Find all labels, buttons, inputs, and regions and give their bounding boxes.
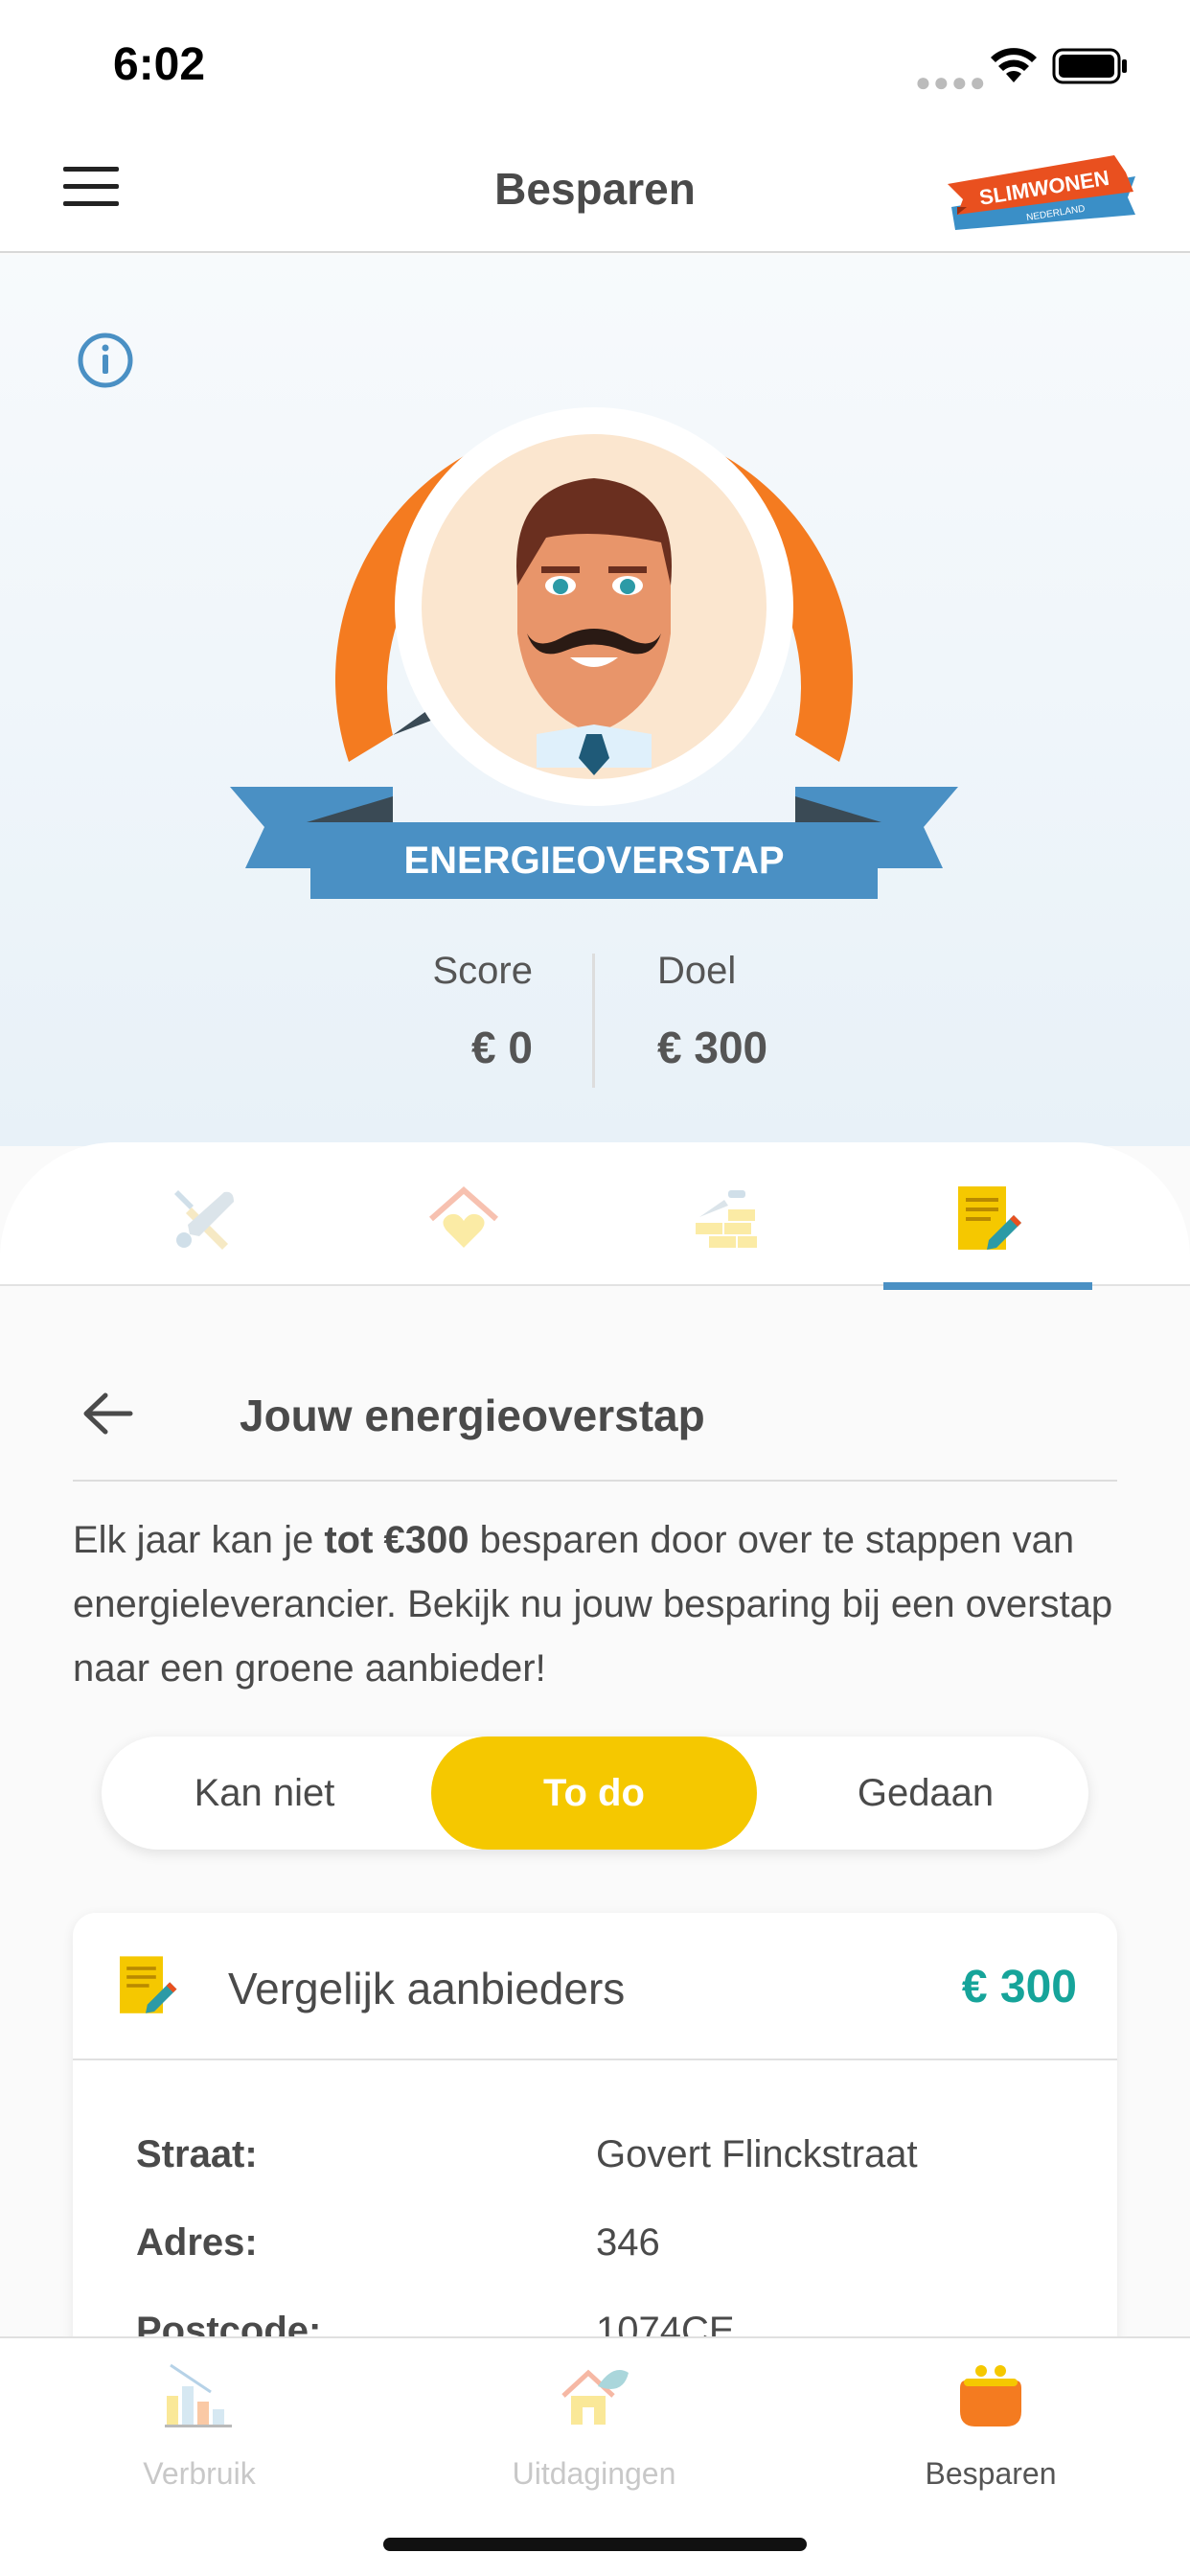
row-value: 346 (596, 2221, 660, 2264)
info-icon[interactable] (77, 332, 134, 389)
back-arrow-icon[interactable] (79, 1390, 136, 1438)
score-value: € 0 (471, 1023, 533, 1072)
purse-icon (960, 2365, 1021, 2426)
screen: 6:02 ●●●● Besparen SLIMWONEN NEDERLAND E… (0, 0, 1190, 2576)
score-summary: Score € 0 Doel € 300 (0, 950, 1190, 1103)
active-tab-indicator (883, 1282, 1092, 1290)
status-bar: 6:02 ●●●● (0, 0, 1190, 126)
row-key: Adres: (136, 2221, 258, 2264)
section-description: Elk jaar kan je tot €300 besparen door o… (73, 1519, 1113, 1690)
signal-icon: ●●●● (915, 67, 988, 97)
segment-to-do[interactable]: To do (431, 1736, 757, 1850)
row-value: Govert Flinckstraat (596, 2133, 918, 2175)
app-header: Besparen SLIMWONEN NEDERLAND (0, 126, 1190, 253)
document-pen-icon[interactable] (949, 1181, 1025, 1257)
chart-icon (165, 2363, 232, 2427)
wifi-icon (991, 48, 1037, 82)
home-indicator[interactable] (383, 2538, 807, 2551)
segment-kan-niet[interactable]: Kan niet (102, 1736, 427, 1850)
nav-verbruik[interactable]: Verbruik (56, 2358, 343, 2492)
bricks-trowel-icon[interactable] (686, 1181, 763, 1257)
section-title: Jouw energieoverstap (240, 1391, 705, 1440)
nav-uitdagingen[interactable]: Uitdagingen (450, 2358, 738, 2492)
nav-label: Verbruik (143, 2456, 256, 2491)
card-title: Vergelijk aanbieders (228, 1964, 626, 2013)
tools-icon[interactable] (165, 1181, 241, 1257)
category-tabs (0, 1142, 1190, 1290)
card-header[interactable]: Vergelijk aanbieders € 300 (73, 1913, 1117, 2060)
nav-label: Uitdagingen (512, 2456, 676, 2491)
row-key: Straat: (136, 2133, 258, 2175)
document-pen-icon (120, 1956, 177, 2013)
card-amount: € 300 (961, 1962, 1077, 2012)
slimwonen-logo: SLIMWONEN NEDERLAND (948, 155, 1135, 230)
hero-section: ENERGIEOVERSTAP Score € 0 Doel € 300 (0, 255, 1190, 1146)
house-heart-icon[interactable] (425, 1181, 502, 1257)
goal-label: Doel (657, 950, 737, 992)
nav-label: Besparen (925, 2456, 1057, 2491)
achievement-badge: ENERGIEOVERSTAP (230, 407, 958, 899)
nav-besparen[interactable]: Besparen (847, 2358, 1134, 2492)
goal-block: Doel € 300 (657, 950, 945, 1073)
segment-gedaan[interactable]: Gedaan (763, 1736, 1088, 1850)
status-time: 6:02 (113, 39, 206, 90)
status-segmented-control: Kan niet To do Gedaan (102, 1736, 1088, 1850)
score-divider (592, 954, 595, 1088)
goal-value: € 300 (657, 1023, 768, 1072)
score-label: Score (432, 950, 534, 992)
score-block: Score € 0 (297, 950, 534, 1073)
battery-icon (1052, 48, 1127, 84)
badge-label: ENERGIEOVERSTAP (403, 840, 784, 882)
section-divider (73, 1480, 1117, 1482)
house-leaf-icon (561, 2369, 629, 2425)
